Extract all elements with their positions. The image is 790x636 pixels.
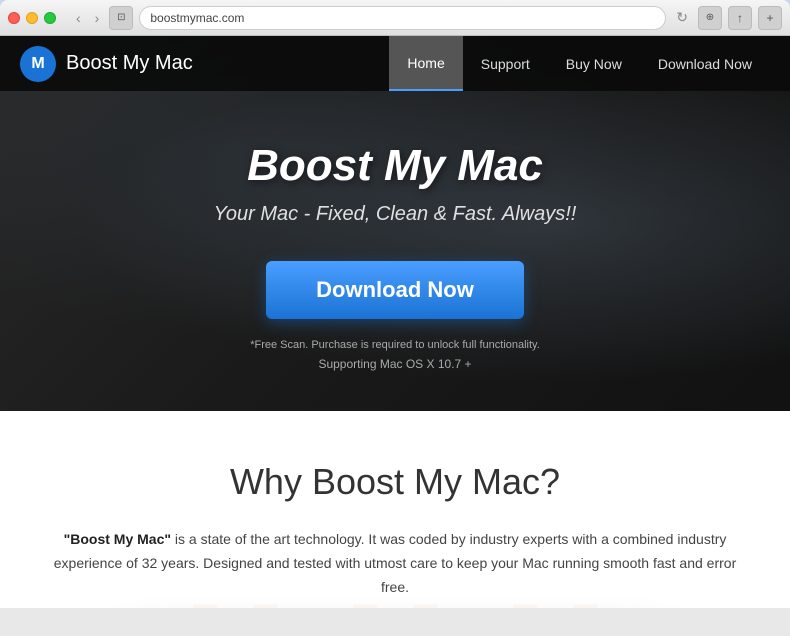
logo-letter: M <box>31 55 44 73</box>
hero-download-button[interactable]: Download Now <box>266 261 524 319</box>
forward-button[interactable]: › <box>91 8 104 28</box>
nav-link-buy[interactable]: Buy Now <box>548 36 640 91</box>
nav-link-support[interactable]: Support <box>463 36 548 91</box>
logo-icon: M <box>20 46 56 82</box>
download-indicator[interactable]: ⊕ <box>698 6 722 30</box>
hero-subtitle: Your Mac - Fixed, Clean & Fast. Always!! <box>20 203 770 226</box>
minimize-button[interactable] <box>26 12 38 24</box>
maximize-button[interactable] <box>44 12 56 24</box>
hero-section: M Boost My Mac Home Support Buy Now <box>0 36 790 411</box>
hero-title: Boost My Mac <box>20 141 770 191</box>
why-section: MMM Why Boost My Mac? "Boost My Mac" is … <box>0 411 790 608</box>
browser-toolbar: ‹ › ⊡ boostmymac.com ↻ ⊕ ↑ + <box>0 0 790 36</box>
page-content: M Boost My Mac Home Support Buy Now <box>0 36 790 608</box>
traffic-lights <box>8 12 56 24</box>
nav-links: Home Support Buy Now Download Now <box>389 36 770 91</box>
nav-logo: M Boost My Mac <box>20 46 193 82</box>
why-description: "Boost My Mac" is a state of the art tec… <box>45 528 745 599</box>
why-brand-emphasis: "Boost My Mac" <box>64 531 171 547</box>
why-title: Why Boost My Mac? <box>40 461 750 503</box>
share-button[interactable]: ↑ <box>728 6 752 30</box>
nav-link-download[interactable]: Download Now <box>640 36 770 91</box>
hero-content: Boost My Mac Your Mac - Fixed, Clean & F… <box>0 91 790 411</box>
back-button[interactable]: ‹ <box>72 8 85 28</box>
close-button[interactable] <box>8 12 20 24</box>
refresh-button[interactable]: ↻ <box>672 7 692 28</box>
navbar: M Boost My Mac Home Support Buy Now <box>0 36 790 91</box>
browser-window: ‹ › ⊡ boostmymac.com ↻ ⊕ ↑ + M Boost My … <box>0 0 790 636</box>
address-bar[interactable]: boostmymac.com <box>139 6 666 30</box>
nav-link-home[interactable]: Home <box>389 36 462 91</box>
nav-brand: Boost My Mac <box>66 52 193 75</box>
hero-fine-print: *Free Scan. Purchase is required to unlo… <box>20 339 770 351</box>
new-tab-button[interactable]: + <box>758 6 782 30</box>
hero-support-text: Supporting Mac OS X 10.7 + <box>20 357 770 371</box>
url-text: boostmymac.com <box>150 11 244 25</box>
tab-icon[interactable]: ⊡ <box>109 6 133 30</box>
